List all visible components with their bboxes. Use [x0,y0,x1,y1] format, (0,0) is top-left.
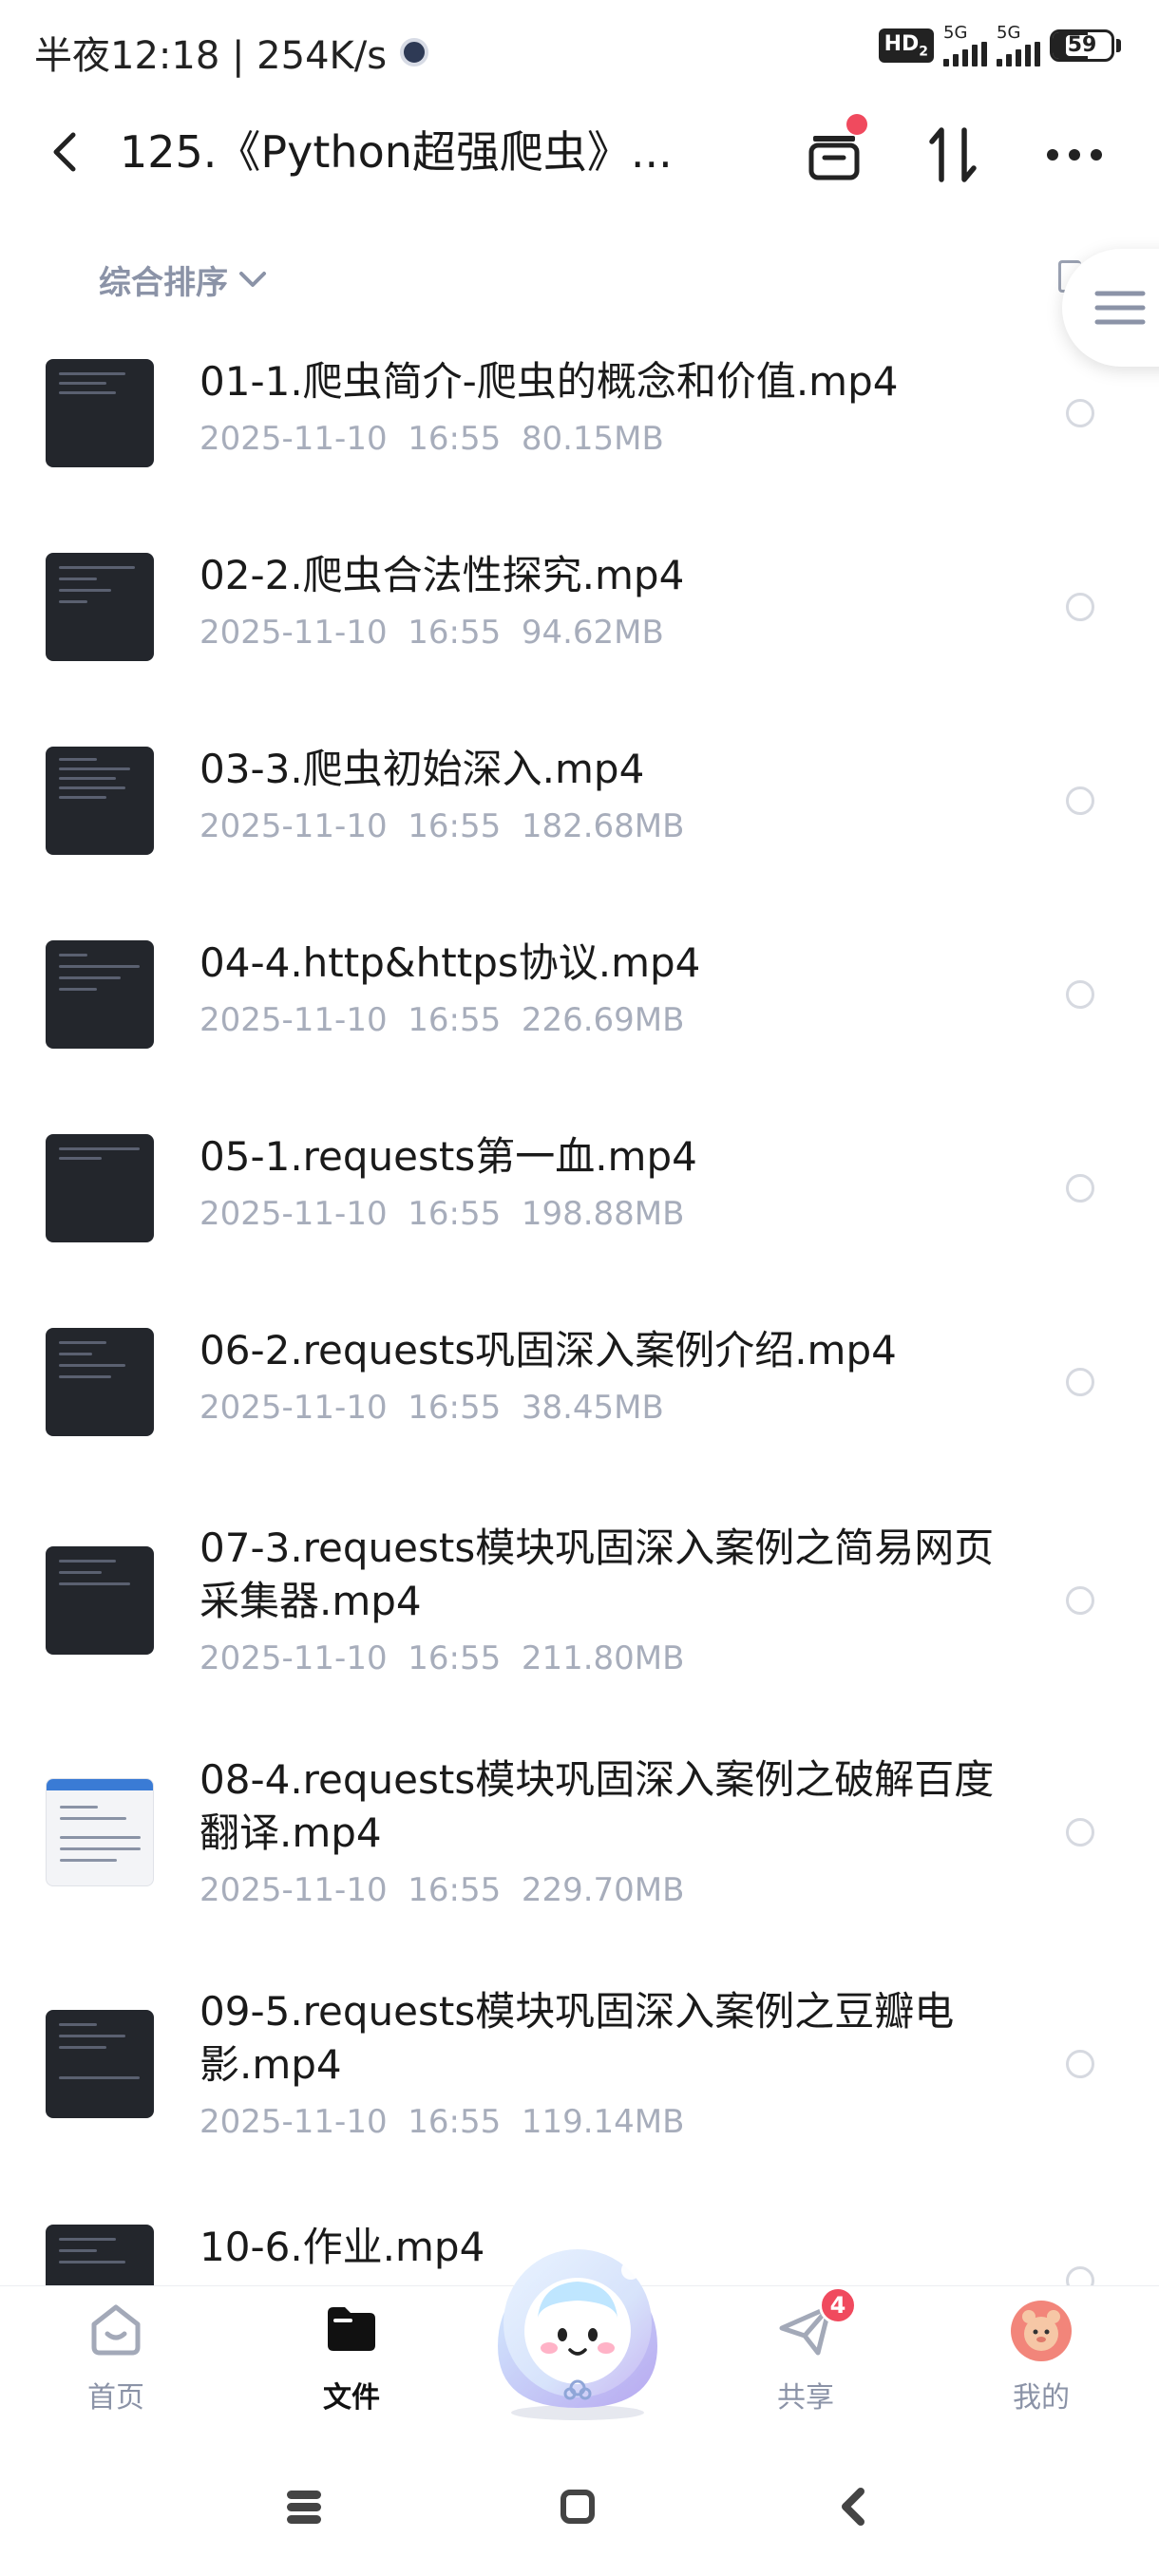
chevron-down-icon [239,271,266,287]
nav-files-label: 文件 [323,2381,380,2415]
nav-share-label: 共享 [777,2381,834,2415]
video-thumbnail [46,747,154,855]
video-thumbnail [46,1546,154,1655]
sort-dropdown[interactable]: 综合排序 [99,256,268,303]
select-radio[interactable] [1066,1174,1094,1203]
file-meta: 2025-11-10 16:55 182.68MB [200,807,685,845]
nav-share[interactable]: 共享 4 [730,2286,882,2415]
file-name: 09-5.requests模块巩固深入案例之豆瓣电影.mp4 [200,1988,955,2088]
select-radio[interactable] [1066,2050,1094,2078]
video-thumbnail [46,1134,154,1242]
status-app-icon [400,38,429,66]
recent-apps-icon [287,2491,321,2524]
ai-mascot-icon [498,2249,657,2420]
nav-home[interactable]: 首页 [40,2300,192,2415]
select-radio[interactable] [1066,1818,1094,1847]
recent-apps-button[interactable] [276,2483,332,2530]
menu-lines-icon [1094,291,1146,325]
file-name: 01-1.爬虫简介-爬虫的概念和价值.mp4 [200,358,899,405]
transfer-button[interactable] [920,122,986,188]
file-name: 07-3.requests模块巩固深入案例之简易网页采集器.mp4 [200,1525,995,1624]
nav-home-label: 首页 [87,2381,144,2415]
archive-box-icon [808,136,860,180]
file-meta: 2025-11-10 16:55 80.15MB [200,420,664,458]
profile-avatar-icon [1011,2301,1072,2361]
file-meta: 2025-11-10 16:55 94.62MB [200,614,664,652]
file-meta: 2025-11-10 16:55 211.80MB [200,1639,685,1677]
chevron-left-icon [53,132,76,172]
transfer-arrows-icon [929,127,977,182]
hd-voice-icon: HD2 [878,28,934,64]
signal-sim1-icon: 5G [943,25,987,66]
video-thumbnail [46,1328,154,1436]
home-icon [91,2304,141,2356]
video-thumbnail [46,359,154,467]
file-meta: 2025-11-10 16:55 226.69MB [200,1001,685,1039]
file-meta: 2025-11-10 16:55 198.88MB [200,1195,685,1233]
page-title: 125.《Python超强爬虫》... [120,126,673,178]
file-meta: 2025-11-10 16:55 119.14MB [200,2103,685,2141]
file-name: 06-2.requests巩固深入案例介绍.mp4 [200,1327,897,1373]
nav-profile[interactable]: 我的 [965,2300,1117,2415]
file-list-screen: 半夜12:18 | 254K/s HD2 5G 5G 59 125.《Pytho… [0,0,1159,2576]
select-radio[interactable] [1066,980,1094,1009]
status-left: 半夜12:18 | 254K/s [34,25,429,80]
select-radio[interactable] [1066,593,1094,621]
ai-assistant-button[interactable] [471,2232,684,2422]
square-home-icon [560,2490,595,2524]
system-navigation-bar [0,2437,1159,2576]
notification-dot [846,114,867,135]
archive-button[interactable] [801,114,867,188]
nav-profile-label: 我的 [1013,2381,1070,2415]
back-system-button[interactable] [825,2483,882,2530]
file-name: 03-3.爬虫初始深入.mp4 [200,746,645,792]
video-thumbnail [46,940,154,1049]
file-name: 08-4.requests模块巩固深入案例之破解百度翻译.mp4 [200,1756,995,1856]
select-radio[interactable] [1066,2266,1094,2285]
battery-percent: 59 [1065,33,1099,57]
file-name: 04-4.http&https协议.mp4 [200,939,701,986]
header-bar: 125.《Python超强爬虫》... [0,104,1159,199]
file-meta: 2025-11-10 16:55 38.45MB [200,1389,664,1427]
back-button[interactable] [38,125,91,179]
share-count-badge: 4 [819,2286,857,2324]
signal-sim2-icon: 5G [997,25,1040,66]
status-right: HD2 5G 5G 59 [878,25,1121,66]
more-button[interactable] [1041,122,1108,188]
video-thumbnail [46,2225,154,2285]
select-radio[interactable] [1066,1586,1094,1615]
nav-files[interactable]: 文件 [276,2300,428,2415]
file-name: 05-1.requests第一血.mp4 [200,1133,697,1180]
status-time-speed: 半夜12:18 | 254K/s [34,34,388,78]
video-thumbnail [46,2010,154,2118]
video-thumbnail [46,553,154,661]
sort-label: 综合排序 [99,264,228,302]
select-radio[interactable] [1066,399,1094,427]
status-bar: 半夜12:18 | 254K/s HD2 5G 5G 59 [0,0,1159,99]
more-dots-icon [1047,149,1102,161]
video-thumbnail [46,1778,154,1886]
battery-icon: 59 [1050,29,1121,62]
home-system-button[interactable] [549,2483,606,2530]
file-name: 02-2.爬虫合法性探究.mp4 [200,552,685,598]
file-meta: 2025-11-10 16:55 229.70MB [200,1871,685,1909]
folder-icon [328,2307,375,2351]
select-radio[interactable] [1066,1368,1094,1396]
select-radio[interactable] [1066,786,1094,815]
triangle-back-icon [842,2488,864,2526]
